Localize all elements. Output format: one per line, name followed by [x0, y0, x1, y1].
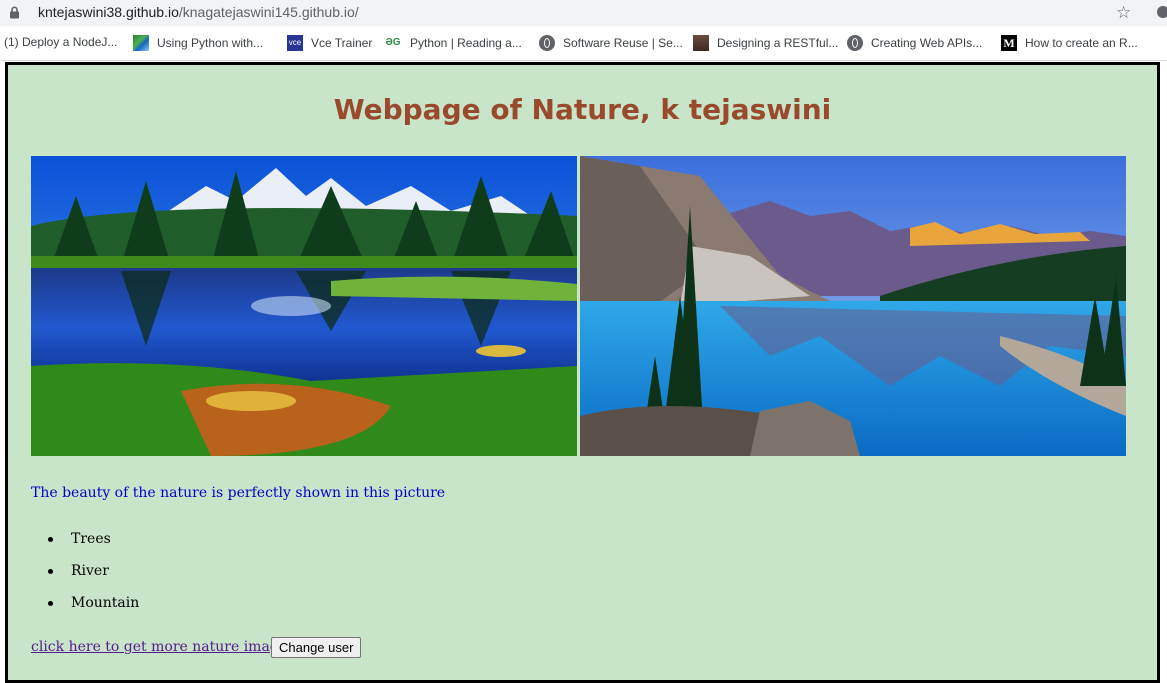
address-bar[interactable]: kntejaswini38.github.io/knagatejaswini14… — [0, 0, 1167, 26]
url-text[interactable]: kntejaswini38.github.io/knagatejaswini14… — [38, 4, 359, 20]
bookmark-label: Vce Trainer — [311, 36, 373, 50]
bookmark-item[interactable]: Software Reuse | Se... — [539, 35, 683, 51]
list-item: Mountain — [48, 593, 139, 625]
bookmark-label: Using Python with... — [157, 36, 264, 50]
photo-icon — [693, 35, 709, 51]
bookmark-item[interactable]: ƏG Python | Reading a... — [384, 35, 522, 51]
bookmark-item[interactable]: (1) Deploy a NodeJ... — [4, 35, 117, 49]
change-user-button[interactable]: Change user — [271, 637, 362, 658]
list-item: Trees — [48, 529, 139, 561]
python-icon — [133, 35, 149, 51]
bookmark-item[interactable]: Using Python with... — [133, 35, 263, 51]
vce-icon: vce — [287, 35, 303, 51]
url-domain: kntejaswini38.github.io — [38, 4, 179, 20]
bookmark-item[interactable]: M How to create an R... — [1001, 35, 1138, 51]
list-item: River — [48, 561, 139, 593]
image-caption: The beauty of the nature is perfectly sh… — [31, 485, 446, 501]
bookmarks-bar: (1) Deploy a NodeJ... Using Python with.… — [0, 26, 1167, 61]
bookmark-label: Creating Web APIs... — [871, 36, 983, 50]
lock-icon — [10, 6, 19, 19]
bookmark-item[interactable]: Designing a RESTful... — [693, 35, 838, 51]
page-title: Webpage of Nature, k tejaswini — [333, 93, 832, 126]
medium-icon: M — [1001, 35, 1017, 51]
gfg-icon: ƏG — [385, 37, 401, 48]
bookmark-item[interactable]: vce Vce Trainer — [287, 35, 372, 51]
bookmark-item[interactable]: Creating Web APIs... — [847, 35, 982, 51]
nature-lake-forest-image — [31, 156, 577, 456]
bookmark-label: Python | Reading a... — [410, 36, 522, 50]
url-path: /knagatejaswini145.github.io/ — [178, 4, 359, 20]
extension-icon[interactable] — [1157, 6, 1167, 18]
bookmark-label: Software Reuse | Se... — [563, 36, 683, 50]
more-images-link[interactable]: click here to get more nature images — [31, 639, 294, 655]
mountain-lake-image — [580, 156, 1126, 456]
globe-icon — [847, 35, 863, 51]
bookmark-label: How to create an R... — [1025, 36, 1138, 50]
bookmark-label: Designing a RESTful... — [717, 36, 839, 50]
feature-list: Trees River Mountain — [48, 529, 139, 625]
star-icon[interactable]: ☆ — [1116, 3, 1131, 23]
bookmark-label: (1) Deploy a NodeJ... — [4, 35, 118, 49]
globe-icon — [539, 35, 555, 51]
page-content: Webpage of Nature, k tejaswini The beaut… — [5, 62, 1160, 683]
